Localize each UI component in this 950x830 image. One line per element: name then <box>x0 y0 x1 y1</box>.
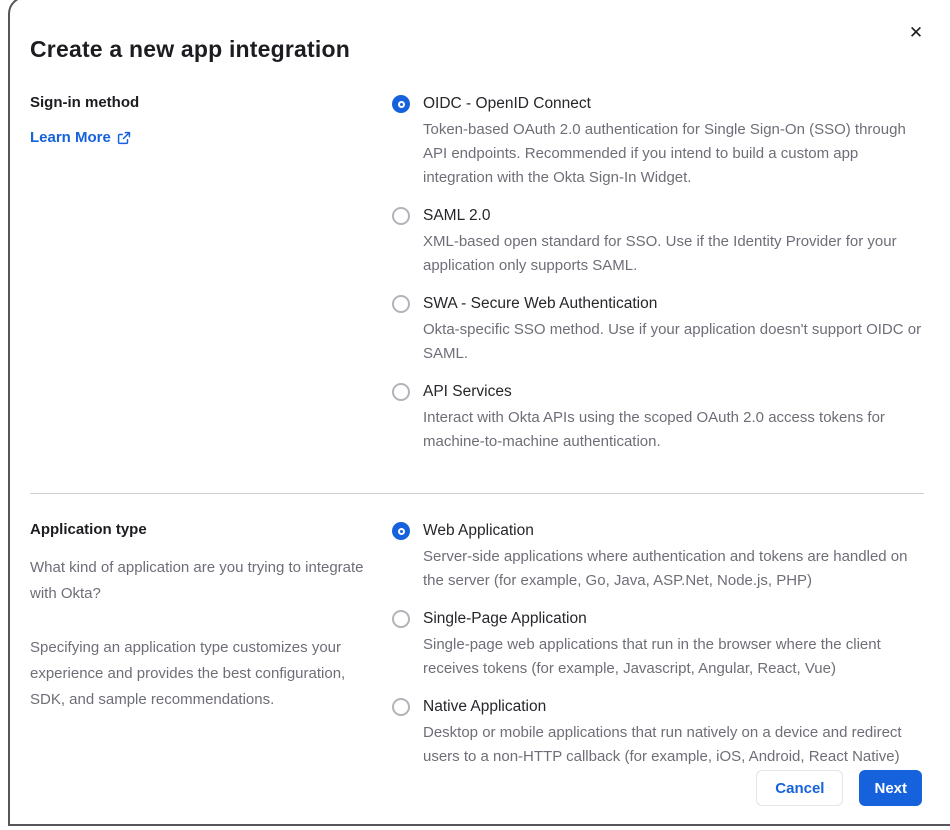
learn-more-label: Learn More <box>30 129 111 146</box>
radio-saml-icon[interactable] <box>392 207 410 225</box>
signin-method-label: Sign-in method <box>30 94 140 111</box>
option-label: OIDC - OpenID Connect <box>423 95 591 112</box>
application-type-description-2: Specifying an application type customize… <box>30 639 346 708</box>
option-description: Single-page web applications that run in… <box>423 636 881 677</box>
external-link-icon <box>117 131 131 145</box>
signin-option-saml[interactable]: SAML 2.0 XML-based open standard for SSO… <box>392 206 924 278</box>
application-type-left-column: Application type What kind of applicatio… <box>30 521 370 769</box>
dialog-footer: Cancel Next <box>756 770 922 806</box>
radio-native-icon[interactable] <box>392 698 410 716</box>
signin-option-swa[interactable]: SWA - Secure Web Authentication Okta-spe… <box>392 294 924 366</box>
signin-method-options: OIDC - OpenID Connect Token-based OAuth … <box>392 94 924 454</box>
application-type-label: Application type <box>30 521 147 538</box>
cancel-button[interactable]: Cancel <box>756 770 844 806</box>
signin-method-section: Sign-in method Learn More OIDC - OpenID … <box>30 94 924 454</box>
radio-api-services-icon[interactable] <box>392 383 410 401</box>
option-label: Native Application <box>423 698 547 715</box>
option-description: Interact with Okta APIs using the scoped… <box>423 409 885 450</box>
application-type-options: Web Application Server-side applications… <box>392 521 924 769</box>
option-description: XML-based open standard for SSO. Use if … <box>423 233 897 274</box>
option-description: Okta-specific SSO method. Use if your ap… <box>423 321 922 362</box>
apptype-option-web[interactable]: Web Application Server-side applications… <box>392 521 924 593</box>
option-label: SWA - Secure Web Authentication <box>423 295 658 312</box>
option-label: Web Application <box>423 522 534 539</box>
application-type-description-1: What kind of application are you trying … <box>30 559 364 602</box>
radio-web-selected-icon[interactable] <box>392 522 410 540</box>
apptype-option-native[interactable]: Native Application Desktop or mobile app… <box>392 697 924 769</box>
radio-spa-icon[interactable] <box>392 610 410 628</box>
next-button[interactable]: Next <box>859 770 922 806</box>
close-icon[interactable]: ✕ <box>904 20 928 44</box>
signin-option-api-services[interactable]: API Services Interact with Okta APIs usi… <box>392 382 924 454</box>
signin-method-left-column: Sign-in method Learn More <box>30 94 370 454</box>
application-type-section: Application type What kind of applicatio… <box>30 521 924 769</box>
option-label: API Services <box>423 383 512 400</box>
radio-oidc-selected-icon[interactable] <box>392 95 410 113</box>
signin-option-oidc[interactable]: OIDC - OpenID Connect Token-based OAuth … <box>392 94 924 190</box>
radio-swa-icon[interactable] <box>392 295 410 313</box>
apptype-option-spa[interactable]: Single-Page Application Single-page web … <box>392 609 924 681</box>
option-description: Token-based OAuth 2.0 authentication for… <box>423 121 906 186</box>
option-description: Server-side applications where authentic… <box>423 548 908 589</box>
page-title: Create a new app integration <box>30 36 350 62</box>
learn-more-link[interactable]: Learn More <box>30 129 131 146</box>
create-app-integration-dialog: ✕ Create a new app integration Sign-in m… <box>0 0 950 830</box>
option-description: Desktop or mobile applications that run … <box>423 724 902 765</box>
option-label: SAML 2.0 <box>423 207 491 224</box>
section-divider <box>30 493 924 494</box>
option-label: Single-Page Application <box>423 610 587 627</box>
